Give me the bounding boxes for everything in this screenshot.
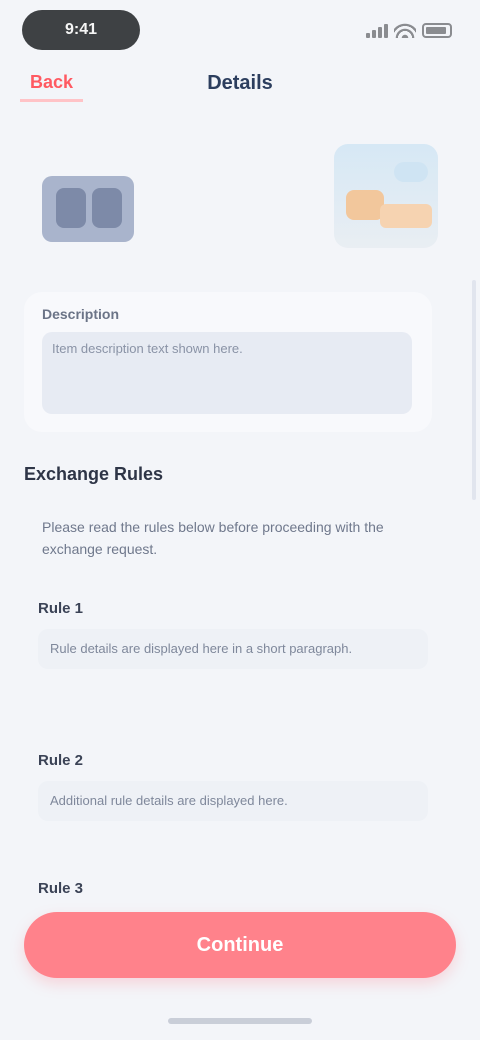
rule-title: Rule 3 xyxy=(38,880,84,897)
scrollbar[interactable] xyxy=(472,280,476,500)
screen: 9:41 Back Details Description Item descr… xyxy=(0,0,480,1040)
battery-icon xyxy=(422,22,452,38)
image-shape xyxy=(346,190,384,220)
rule-title: Rule 1 xyxy=(38,600,84,617)
description-text: Item description text shown here. xyxy=(42,332,412,414)
rule-body: Rule details are displayed here in a sho… xyxy=(38,629,428,669)
status-bar: 9:41 xyxy=(0,0,480,56)
section-title: Exchange Rules xyxy=(24,464,164,484)
back-button[interactable]: Back xyxy=(20,66,84,102)
page-title: Details xyxy=(207,72,273,94)
home-indicator[interactable] xyxy=(168,1018,312,1024)
image-shape xyxy=(92,188,122,228)
wifi-icon xyxy=(394,22,416,38)
signal-icon xyxy=(366,22,388,38)
status-icons xyxy=(366,18,452,42)
hero-section xyxy=(24,140,456,268)
rule-item: Rule 1 Rule details are displayed here i… xyxy=(38,600,428,669)
continue-button[interactable]: Continue xyxy=(24,912,456,978)
image-shape xyxy=(56,188,86,228)
rule-title: Rule 2 xyxy=(38,752,84,769)
image-shape xyxy=(380,204,432,228)
item-image-right[interactable] xyxy=(334,144,438,248)
rule-item: Rule 3 xyxy=(38,880,428,909)
status-time: 9:41 xyxy=(22,10,140,50)
nav-bar: Back Details xyxy=(0,58,480,114)
item-image-left[interactable] xyxy=(42,176,134,242)
section-intro: Please read the rules below before proce… xyxy=(42,519,384,557)
description-card: Description Item description text shown … xyxy=(24,292,432,432)
rule-item: Rule 2 Additional rule details are displ… xyxy=(38,752,428,821)
description-label: Description xyxy=(42,306,120,322)
rule-body: Additional rule details are displayed he… xyxy=(38,781,428,821)
image-shape xyxy=(394,162,428,182)
